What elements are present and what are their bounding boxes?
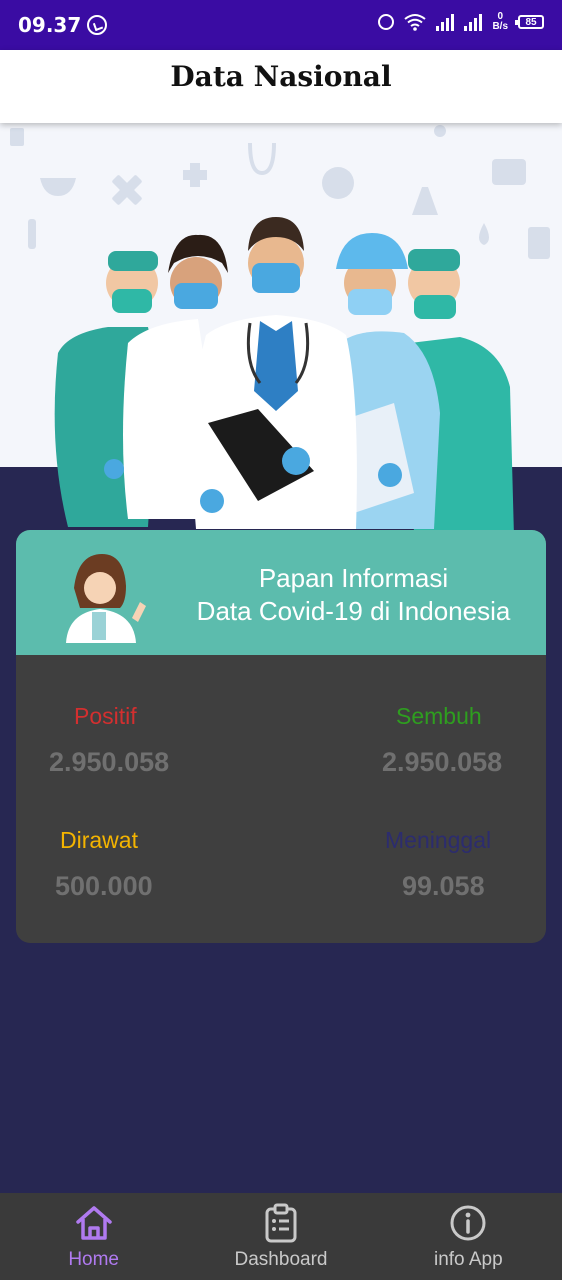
home-icon	[75, 1206, 112, 1240]
wifi-icon	[404, 14, 427, 31]
card-header: Papan Informasi Data Covid-19 di Indones…	[16, 530, 546, 655]
status-bar: 09.37 0 B/s 85	[0, 0, 562, 50]
nav-home[interactable]: Home	[0, 1193, 187, 1280]
nav-dashboard[interactable]: Dashboard	[187, 1193, 374, 1280]
network-speed: 0 B/s	[492, 11, 508, 32]
info-card: Papan Informasi Data Covid-19 di Indones…	[16, 530, 546, 943]
dirawat-value: 500.000	[55, 871, 153, 901]
card-stats: Positif 2.950.058 Sembuh 2.950.058 Diraw…	[16, 655, 546, 943]
alarm-icon	[378, 14, 395, 30]
doctor-avatar-icon	[66, 554, 146, 643]
nav-info-app-label: info App	[433, 1249, 503, 1270]
clipboard-icon	[265, 1203, 297, 1243]
meninggal-value: 99.058	[402, 871, 485, 901]
card-title-line2: Data Covid-19 di Indonesia	[196, 596, 511, 626]
signal-icon	[436, 13, 455, 31]
medical-team-illustration	[54, 217, 514, 533]
page-title: Data Nasional	[170, 60, 392, 93]
nav-home-label: Home	[68, 1249, 119, 1270]
sembuh-label: Sembuh	[396, 703, 482, 729]
positif-value: 2.950.058	[49, 747, 170, 777]
nav-info-app[interactable]: info App	[375, 1193, 562, 1280]
positif-label: Positif	[74, 703, 137, 729]
app-bar: Data Nasional	[0, 50, 562, 123]
meninggal-label: Meninggal	[385, 827, 492, 853]
info-icon	[450, 1205, 486, 1241]
dirawat-label: Dirawat	[60, 827, 138, 853]
signal-icon	[464, 13, 483, 31]
bottom-navigation: Home Dashboard info App	[0, 1193, 562, 1280]
sembuh-value: 2.950.058	[382, 747, 503, 777]
status-time: 09.37	[18, 13, 82, 37]
card-title-line1: Papan Informasi	[258, 563, 449, 593]
nav-dashboard-label: Dashboard	[234, 1249, 328, 1270]
battery-level: 85	[525, 16, 537, 28]
whatsapp-icon	[87, 15, 108, 35]
card-title: Papan Informasi Data Covid-19 di Indones…	[176, 562, 531, 628]
battery-icon: 85	[515, 15, 544, 29]
